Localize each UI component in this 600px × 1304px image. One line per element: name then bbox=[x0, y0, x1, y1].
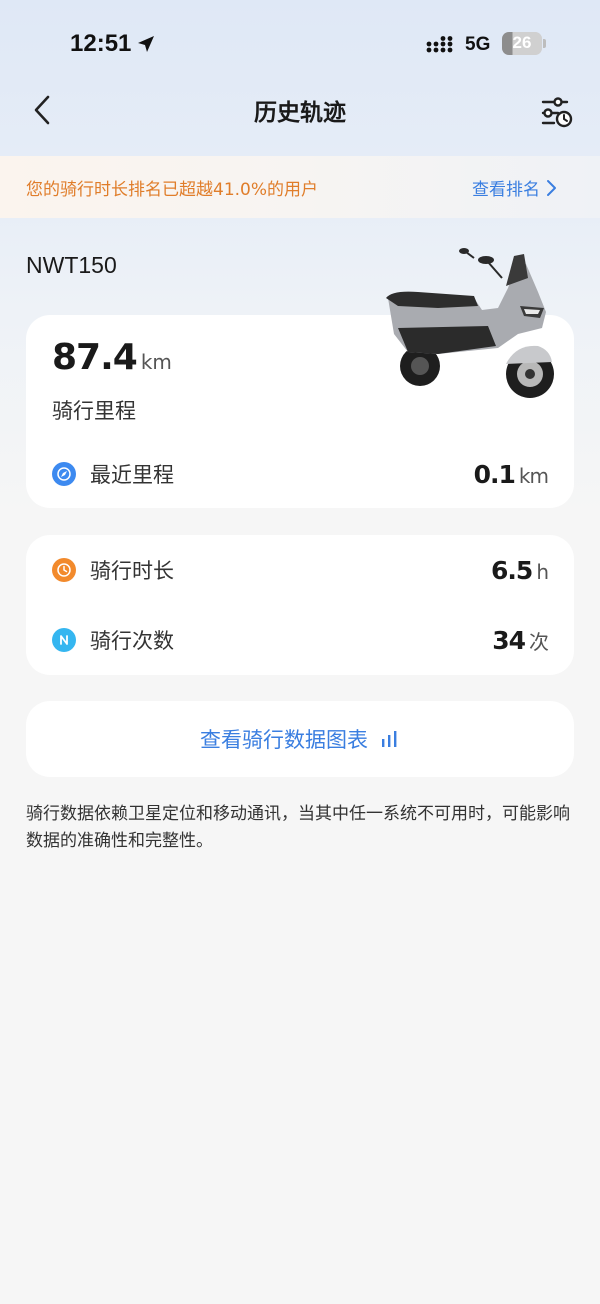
view-chart-label: 查看骑行数据图表 bbox=[200, 728, 368, 752]
duration-row: 骑行时长 6.5 h bbox=[52, 550, 549, 590]
recent-mileage-value: 0.1 bbox=[473, 459, 516, 489]
vehicle-model: NWT150 bbox=[26, 252, 117, 278]
page-title: 历史轨迹 bbox=[254, 100, 346, 126]
battery-level: 26 bbox=[512, 33, 532, 52]
mileage-label: 骑行里程 bbox=[52, 399, 136, 423]
compass-icon bbox=[52, 462, 76, 486]
duration: 6.5 h bbox=[491, 555, 549, 585]
data-disclaimer: 骑行数据依赖卫星定位和移动通讯，当其中任一系统不可用时，可能影响数据的准确性和完… bbox=[26, 804, 570, 851]
navigation-bar: 历史轨迹 bbox=[0, 80, 600, 140]
total-mileage-value: 87.4 bbox=[52, 337, 138, 378]
bar-chart-icon bbox=[382, 731, 397, 747]
view-chart-button[interactable]: 查看骑行数据图表 bbox=[26, 701, 574, 777]
recent-mileage-row: 最近里程 0.1 km bbox=[52, 454, 549, 494]
ride-count-icon bbox=[52, 628, 76, 652]
ranking-banner: 您的骑行时长排名已超越41.0%的用户 查看排名 bbox=[0, 156, 600, 218]
stats-card: 骑行时长 6.5 h 骑行次数 34 次 bbox=[26, 535, 574, 675]
clock-icon bbox=[52, 558, 76, 582]
view-ranking-link[interactable]: 查看排名 bbox=[472, 175, 558, 200]
recent-mileage: 0.1 km bbox=[473, 459, 549, 489]
view-ranking-label: 查看排名 bbox=[472, 180, 540, 200]
ride-count-value: 34 bbox=[492, 625, 526, 655]
ranking-text: 您的骑行时长排名已超越41.0%的用户 bbox=[26, 180, 319, 200]
location-arrow-icon bbox=[138, 36, 154, 52]
ride-count-row: 骑行次数 34 次 bbox=[52, 620, 549, 660]
total-mileage-unit: km bbox=[140, 350, 172, 374]
battery-tip bbox=[543, 39, 546, 48]
duration-unit: h bbox=[536, 559, 549, 584]
recent-mileage-unit: km bbox=[518, 463, 549, 488]
network-type: 5G bbox=[465, 34, 491, 55]
status-bar: 12:51 5G 26 bbox=[0, 0, 600, 88]
ride-count: 34 次 bbox=[492, 625, 549, 655]
duration-value: 6.5 bbox=[491, 555, 533, 585]
battery-icon: 26 bbox=[502, 32, 542, 55]
scooter-image bbox=[386, 248, 554, 398]
recent-mileage-label: 最近里程 bbox=[90, 463, 174, 487]
chevron-right-icon bbox=[547, 179, 556, 196]
status-time: 12:51 bbox=[70, 30, 132, 57]
signal-icon bbox=[426, 36, 453, 53]
total-mileage: 87.4 km bbox=[52, 337, 172, 378]
duration-label: 骑行时长 bbox=[90, 559, 174, 583]
ride-count-unit: 次 bbox=[529, 629, 549, 654]
ride-count-label: 骑行次数 bbox=[90, 629, 174, 653]
filter-time-icon[interactable] bbox=[536, 92, 576, 132]
